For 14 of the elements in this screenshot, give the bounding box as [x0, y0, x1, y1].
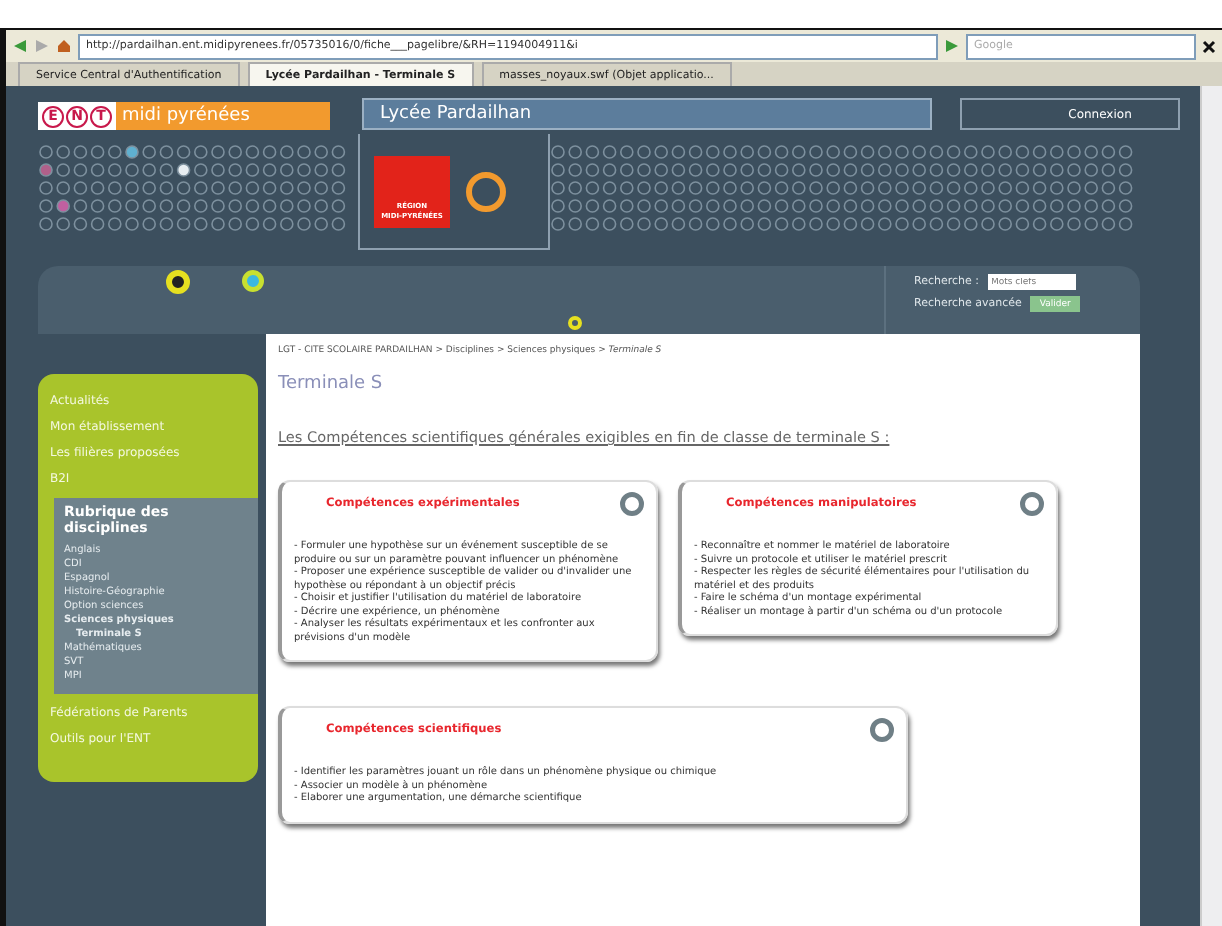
ring-icon — [567, 316, 581, 330]
site-title: Lycée Pardailhan — [362, 98, 932, 130]
ring-icon — [870, 718, 894, 742]
forward-arrow-icon[interactable] — [34, 38, 50, 54]
ring-icon — [166, 270, 190, 294]
ring-icon — [620, 492, 644, 516]
back-arrow-icon[interactable] — [12, 38, 28, 54]
scrollbar[interactable] — [1200, 86, 1222, 926]
page-title: Terminale S — [278, 374, 385, 394]
home-icon[interactable] — [56, 38, 72, 54]
ring-icon — [242, 270, 264, 292]
ring-icon — [1020, 492, 1044, 516]
close-icon[interactable] — [1202, 39, 1216, 53]
go-arrow-icon[interactable] — [944, 38, 960, 54]
